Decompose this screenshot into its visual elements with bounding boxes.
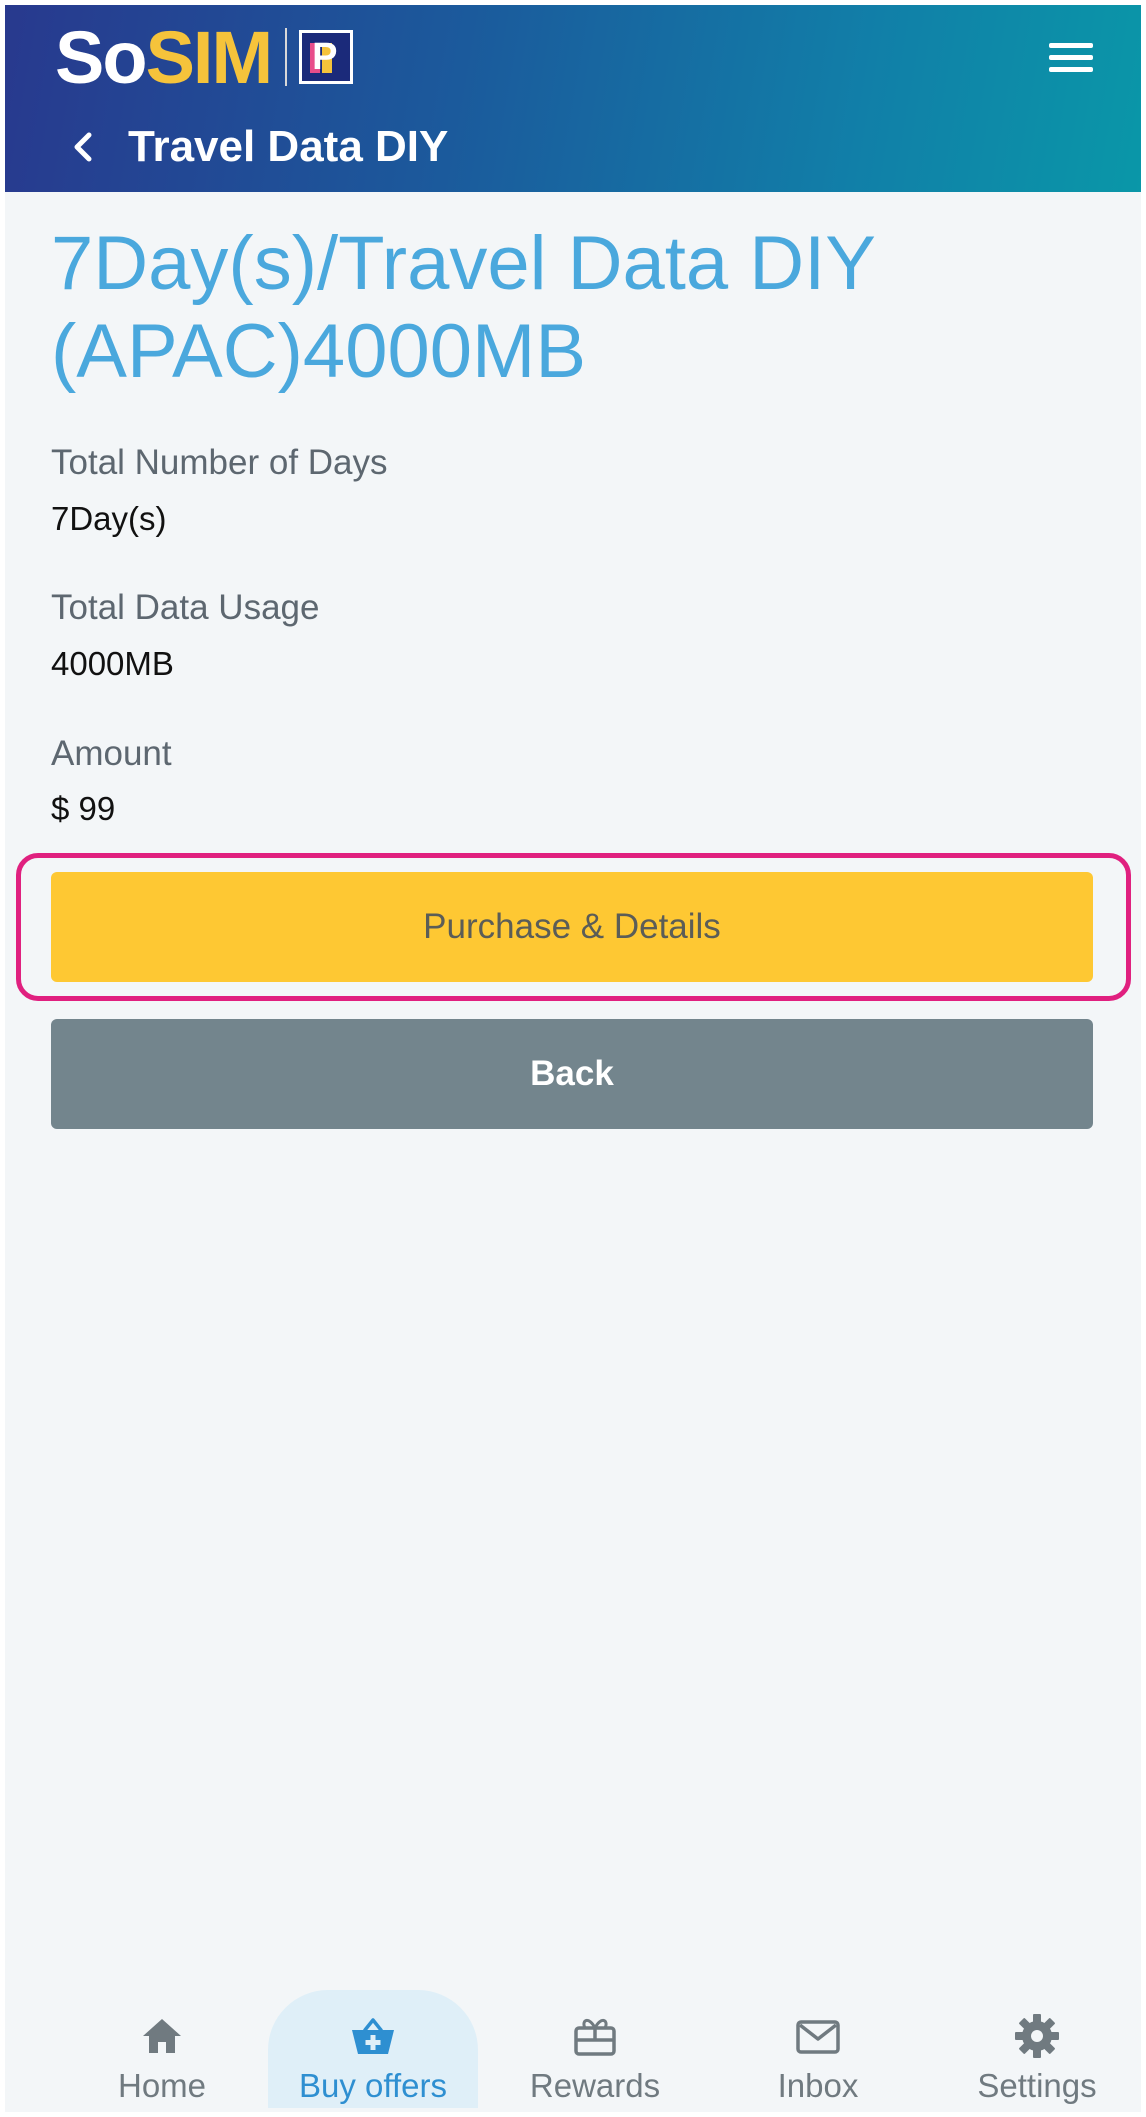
nav-buy-offers[interactable]: Buy offers	[268, 1990, 478, 2108]
header-title: Travel Data DIY	[128, 122, 449, 171]
page-title: 7Day(s)/Travel Data DIY (APAC)4000MB	[51, 221, 875, 394]
nav-home[interactable]: Home	[57, 1990, 267, 2108]
nav-settings[interactable]: Settings	[932, 1990, 1141, 2108]
basket-plus-icon	[352, 2018, 394, 2054]
mail-icon	[796, 2020, 840, 2054]
app-header: So SIM P Travel Data DIY	[5, 5, 1141, 192]
nav-buy-offers-label: Buy offers	[299, 2067, 447, 2104]
purchase-details-button[interactable]: Purchase & Details	[51, 872, 1093, 982]
nav-rewards-label: Rewards	[529, 2067, 661, 2104]
nav-rewards[interactable]: Rewards	[490, 1990, 700, 2108]
days-label: Total Number of Days	[51, 443, 388, 482]
nav-inbox-label: Inbox	[777, 2067, 859, 2104]
data-usage-label: Total Data Usage	[51, 588, 320, 627]
nav-settings-label: Settings	[977, 2067, 1097, 2104]
days-value: 7Day(s)	[51, 500, 167, 537]
gift-icon	[574, 2019, 616, 2056]
back-chevron-icon[interactable]	[67, 127, 101, 167]
gear-icon	[1015, 2014, 1059, 2058]
logo-divider	[285, 28, 288, 86]
bottom-navigation: Home Buy offers Rewards Inbox Settings	[5, 1990, 1141, 2112]
nav-inbox[interactable]: Inbox	[713, 1990, 923, 2108]
partner-badge-icon: P	[299, 30, 354, 84]
data-usage-value: 4000MB	[51, 645, 174, 682]
logo-text-so: So	[55, 15, 148, 99]
app-screen: So SIM P Travel Data DIY 7Day(s)/Travel …	[5, 5, 1141, 2112]
logo-text-sim: SIM	[145, 15, 274, 99]
amount-label: Amount	[51, 734, 172, 773]
home-icon	[143, 2019, 181, 2053]
back-button[interactable]: Back	[51, 1019, 1093, 1129]
hamburger-menu-icon[interactable]	[1049, 43, 1093, 77]
nav-home-label: Home	[117, 2067, 207, 2104]
amount-value: $ 99	[51, 790, 116, 827]
sosim-logo: So SIM P	[55, 15, 354, 99]
